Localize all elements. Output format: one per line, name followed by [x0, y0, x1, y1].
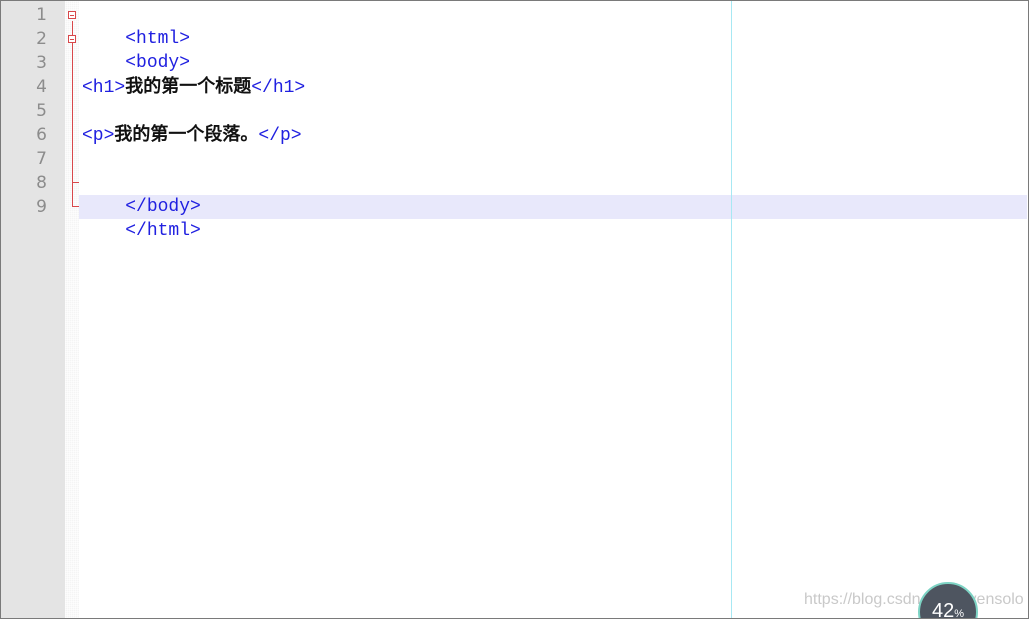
tag-token: <p> [82, 126, 115, 146]
fold-end-tick-html [72, 206, 79, 207]
speed-widget-unit: % [954, 608, 965, 619]
line-number: 4 [36, 77, 47, 97]
tag-token: <h1> [82, 78, 126, 98]
code-line-9[interactable]: </html> [82, 195, 201, 241]
code-line-2[interactable]: <body> [82, 27, 190, 73]
watermark-text: https://blog.csdn.net/sevensolo [804, 591, 1024, 608]
tag-token: </html> [125, 221, 201, 241]
fold-collapse-icon-html[interactable] [68, 11, 76, 19]
fold-range-line [72, 21, 73, 206]
line-number: 9 [36, 197, 47, 217]
fold-collapse-icon-body[interactable] [68, 35, 76, 43]
code-line-4[interactable]: <h1>我的第一个标题</h1> [82, 75, 305, 99]
line-number: 2 [36, 29, 47, 49]
line-number: 5 [36, 101, 47, 121]
tag-token: </h1> [251, 78, 306, 98]
code-line-8[interactable]: </body> [82, 171, 201, 217]
line-number: 8 [36, 173, 47, 193]
code-line-6[interactable]: <p>我的第一个段落。</p> [82, 123, 302, 147]
speed-widget[interactable]: 42% [918, 582, 978, 619]
text-token: 我的第一个段落。 [114, 124, 259, 145]
speed-widget-value: 42 [931, 600, 955, 619]
code-line-1[interactable]: <html> [82, 3, 190, 49]
line-number: 3 [36, 53, 47, 73]
edge-guide-line [731, 1, 732, 618]
line-number: 6 [36, 125, 47, 145]
current-line-highlight [79, 195, 1027, 219]
code-editor[interactable]: 1 2 3 4 5 6 7 8 9 <html> <body> <h1>我的第一… [0, 0, 1029, 619]
tag-token: </p> [258, 126, 302, 146]
line-number: 1 [36, 5, 47, 25]
tag-token: <body> [125, 53, 191, 73]
line-number: 7 [36, 149, 47, 169]
text-token: 我的第一个标题 [125, 76, 252, 97]
fold-end-tick-body [72, 182, 79, 183]
